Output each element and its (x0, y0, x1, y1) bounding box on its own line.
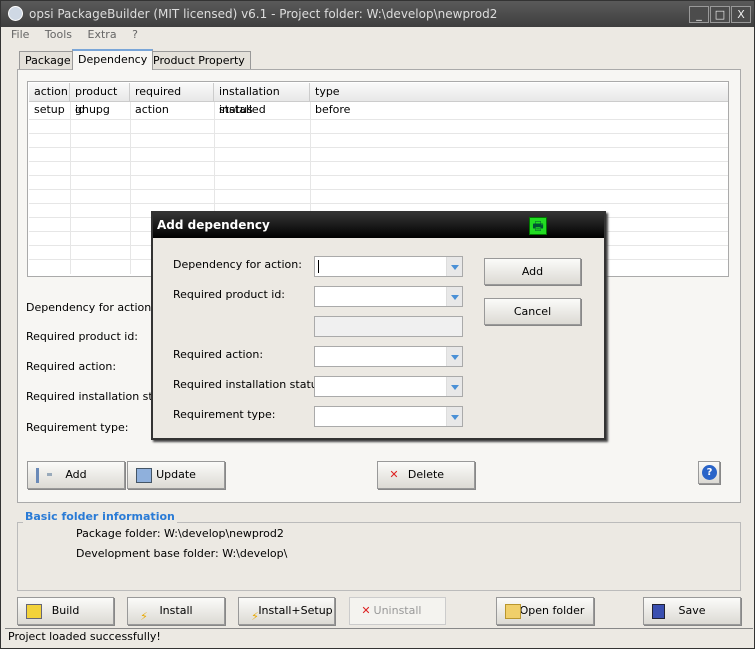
product-name-field (314, 316, 463, 337)
grid-column-line (130, 102, 131, 274)
text-cursor (318, 260, 319, 273)
column-header-type[interactable]: type (310, 83, 728, 102)
dialog-label-required-action: Required action: (173, 348, 264, 361)
tab-package[interactable]: Package (19, 51, 77, 70)
column-header-product-id[interactable]: product id (70, 83, 130, 116)
chevron-down-icon[interactable] (446, 287, 462, 306)
grid-row-line (29, 175, 728, 176)
help-icon: ? (702, 465, 717, 480)
required-product-id-combo[interactable] (314, 286, 463, 307)
open-folder-button[interactable]: Open folder (496, 597, 594, 625)
cell-action[interactable]: setup (29, 102, 65, 120)
tab-product-property[interactable]: Product Property (147, 51, 251, 70)
dialog-add-button[interactable]: Add (484, 258, 581, 285)
cell-installation-status[interactable]: installed (214, 102, 266, 120)
maximize-button[interactable]: □ (710, 6, 730, 23)
tab-dependency[interactable]: Dependency (72, 49, 154, 70)
app-logo-icon (8, 6, 23, 21)
column-header-installation-status[interactable]: installation status (214, 83, 310, 116)
chevron-down-icon[interactable] (446, 377, 462, 396)
cell-required-action[interactable] (130, 102, 135, 120)
grid-row-line (29, 203, 728, 204)
printer-icon[interactable]: 🖶 (529, 217, 547, 235)
column-header-action[interactable]: action (29, 83, 70, 102)
label-requirement-type: Requirement type: (26, 421, 129, 434)
add-dependency-icon (36, 468, 52, 483)
help-button[interactable]: ? (698, 461, 720, 484)
chevron-down-icon[interactable] (446, 257, 462, 276)
install-icon: ⚡ (140, 610, 148, 623)
grid-row-line (29, 147, 728, 148)
cell-product-id[interactable]: gnupg (70, 102, 110, 120)
dependency-for-action-combo[interactable] (314, 256, 463, 277)
save-icon (652, 604, 665, 619)
label-required-action: Required action: (26, 360, 117, 373)
update-button[interactable]: Update (127, 461, 225, 489)
required-action-combo[interactable] (314, 346, 463, 367)
label-required-product-id: Required product id: (26, 330, 139, 343)
required-installation-status-combo[interactable] (314, 376, 463, 397)
delete-button[interactable]: ✕ Delete (377, 461, 475, 489)
dialog-label-requirement-type: Requirement type: (173, 408, 276, 421)
minimize-button[interactable]: _ (689, 6, 709, 23)
folder-icon (505, 604, 521, 619)
close-button[interactable]: X (731, 6, 751, 23)
add-button[interactable]: Add (27, 461, 125, 489)
dialog-label-required-product-id: Required product id: (173, 288, 286, 301)
base-folder-text: Development base folder: W:\develop\ (76, 547, 288, 560)
menu-extra[interactable]: Extra (88, 28, 117, 41)
label-dependency-for-action: Dependency for action: (26, 301, 155, 314)
delete-icon: ✕ (389, 468, 399, 481)
grid-row-line (29, 133, 728, 134)
column-header-required-action[interactable]: required action (130, 83, 214, 116)
status-bar: Project loaded successfully! (5, 628, 753, 646)
grid-row-line (29, 189, 728, 190)
install-setup-button[interactable]: ⚡ Install+Setup (238, 597, 335, 625)
save-button[interactable]: Save (643, 597, 741, 625)
build-icon (26, 604, 42, 619)
menu-bar: File Tools Extra ? (1, 28, 754, 44)
dialog-cancel-button[interactable]: Cancel (484, 298, 581, 325)
uninstall-button[interactable]: ✕ Uninstall (349, 597, 446, 625)
title-bar: opsi PackageBuilder (MIT licensed) v6.1 … (1, 1, 754, 27)
dialog-label-dependency-for-action: Dependency for action: (173, 258, 302, 271)
install-setup-icon: ⚡ (251, 610, 259, 623)
grid-column-line (70, 102, 71, 274)
add-dependency-dialog: Add dependency 🖶 Dependency for action: … (151, 211, 606, 440)
install-button[interactable]: ⚡ Install (127, 597, 225, 625)
menu-tools[interactable]: Tools (45, 28, 72, 41)
menu-help[interactable]: ? (132, 28, 138, 41)
cell-type[interactable]: before (310, 102, 350, 120)
package-folder-text: Package folder: W:\develop\newprod2 (76, 527, 284, 540)
update-icon (136, 468, 152, 483)
grid-row-line (29, 161, 728, 162)
menu-file[interactable]: File (11, 28, 29, 41)
build-button[interactable]: Build (17, 597, 114, 625)
chevron-down-icon[interactable] (446, 347, 462, 366)
requirement-type-combo[interactable] (314, 406, 463, 427)
chevron-down-icon[interactable] (446, 407, 462, 426)
folder-info-title: Basic folder information (23, 510, 177, 523)
main-window: opsi PackageBuilder (MIT licensed) v6.1 … (0, 0, 755, 649)
uninstall-icon: ✕ (361, 604, 371, 617)
dialog-label-required-installation-status: Required installation status: (173, 378, 328, 391)
